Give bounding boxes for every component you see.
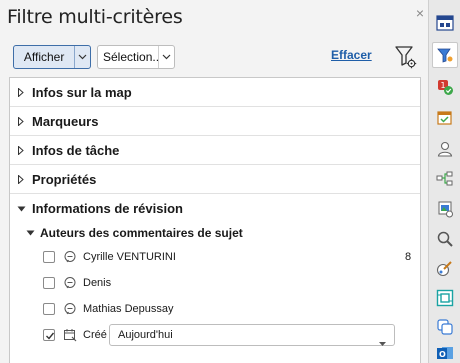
close-icon[interactable]: × xyxy=(413,6,427,20)
expand-arrow-icon[interactable] xyxy=(10,87,32,97)
chevron-down-icon[interactable] xyxy=(158,46,174,68)
filter-icon[interactable] xyxy=(432,42,458,68)
search-icon[interactable] xyxy=(432,226,458,252)
filter-settings-icon[interactable] xyxy=(394,44,418,70)
show-button-label[interactable]: Afficher xyxy=(14,46,74,68)
author-checkbox[interactable] xyxy=(43,277,55,289)
expand-arrow-icon[interactable] xyxy=(10,145,32,155)
relationships-icon[interactable] xyxy=(432,166,458,192)
markers-icon[interactable]: 1 xyxy=(432,74,458,100)
section-map-info[interactable]: Infos sur la map xyxy=(10,78,420,107)
author-row[interactable]: Denis xyxy=(10,271,420,295)
author-name: Cyrille VENTURINI xyxy=(83,251,176,263)
author-row[interactable]: Mathias Depussay xyxy=(10,297,420,321)
author-comment-count: 8 xyxy=(405,251,412,263)
section-label: Infos sur la map xyxy=(32,84,132,100)
duplicate-icon[interactable] xyxy=(432,314,458,340)
resources-icon[interactable] xyxy=(432,136,458,162)
filter-criteria-list: Infos sur la map Marqueurs Infos de tâch… xyxy=(9,77,421,363)
section-label: Infos de tâche xyxy=(32,142,120,158)
created-label: Créé xyxy=(83,329,107,341)
panel-title: Filtre multi-critères xyxy=(7,6,183,28)
subsection-label: Auteurs des commentaires de sujet xyxy=(40,226,243,240)
section-properties[interactable]: Propriétés xyxy=(10,165,420,194)
section-review-info[interactable]: Informations de révision xyxy=(10,194,420,223)
section-label: Informations de révision xyxy=(32,201,183,216)
outlook-icon[interactable]: O xyxy=(432,340,458,363)
format-icon[interactable] xyxy=(432,256,458,282)
author-checkbox[interactable] xyxy=(43,303,55,315)
subsection-topic-comment-authors[interactable]: Auteurs des commentaires de sujet xyxy=(10,222,420,244)
expand-arrow-icon[interactable] xyxy=(10,116,32,126)
section-markers[interactable]: Marqueurs xyxy=(10,107,420,136)
comment-icon xyxy=(63,250,77,264)
overview-icon[interactable] xyxy=(432,285,458,311)
collapse-arrow-icon[interactable] xyxy=(10,230,40,236)
expand-arrow-icon[interactable] xyxy=(10,174,32,184)
author-checkbox[interactable] xyxy=(43,251,55,263)
author-name: Denis xyxy=(83,277,112,289)
collapse-arrow-icon[interactable] xyxy=(10,206,32,212)
library-icon[interactable] xyxy=(432,196,458,222)
dropdown-arrow-icon[interactable] xyxy=(379,333,386,353)
created-date-row[interactable]: Créé Aujourd'hui xyxy=(10,323,420,347)
multi-criteria-filter-panel: Filtre multi-critères × Afficher Sélecti… xyxy=(0,0,428,363)
comment-icon xyxy=(63,276,77,290)
clear-filter-link[interactable]: Effacer xyxy=(331,48,372,62)
selection-dropdown[interactable]: Sélection... xyxy=(97,45,175,69)
map-view-icon[interactable] xyxy=(432,10,458,36)
author-row[interactable]: Cyrille VENTURINI 8 xyxy=(10,245,420,269)
section-task-info[interactable]: Infos de tâche xyxy=(10,136,420,165)
comment-icon xyxy=(63,302,77,316)
section-label: Propriétés xyxy=(32,171,97,187)
created-date-value: Aujourd'hui xyxy=(118,329,173,341)
selection-dropdown-label: Sélection... xyxy=(103,50,158,64)
created-checkbox[interactable] xyxy=(43,329,55,341)
right-tool-sidebar: 1 O xyxy=(428,0,460,363)
section-label: Marqueurs xyxy=(32,113,99,129)
show-split-button[interactable]: Afficher xyxy=(13,45,91,69)
calendar-icon xyxy=(63,328,77,342)
author-name: Mathias Depussay xyxy=(83,303,174,315)
svg-text:O: O xyxy=(439,350,446,359)
chevron-down-icon[interactable] xyxy=(74,46,90,68)
task-calendar-icon[interactable] xyxy=(432,105,458,131)
created-date-dropdown[interactable]: Aujourd'hui xyxy=(109,324,395,346)
